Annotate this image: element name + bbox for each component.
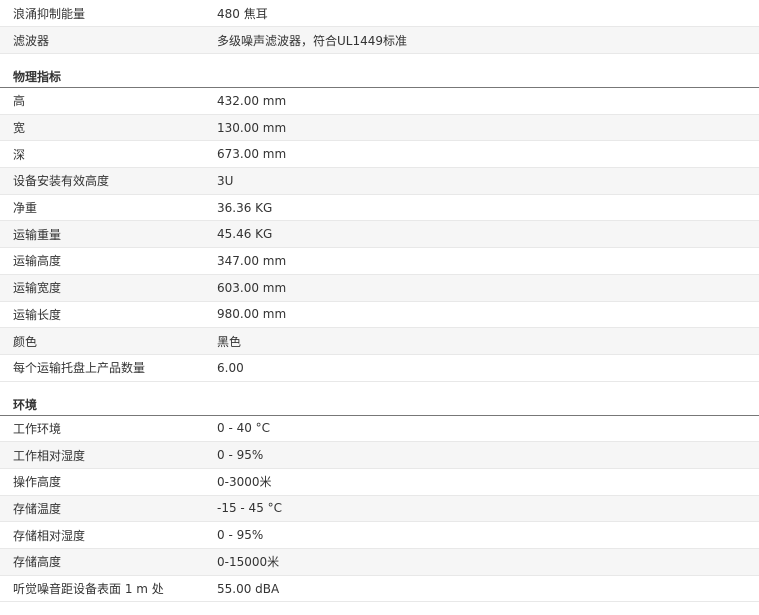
spec-value: 36.36 KG <box>217 200 273 215</box>
spec-label: 存储高度 <box>13 555 62 570</box>
spec-value: 0 - 95% <box>217 448 264 463</box>
spec-label: 存储相对湿度 <box>13 528 86 543</box>
spec-value: 6.00 <box>217 360 244 375</box>
spec-value: 0-15000米 <box>217 555 280 570</box>
spec-row: 每个运输托盘上产品数量 6.00 <box>0 355 759 382</box>
spec-row: 运输宽度 603.00 mm <box>0 274 759 302</box>
spec-row: 操作高度 0-3000米 <box>0 469 759 496</box>
spec-label: 工作相对湿度 <box>13 448 86 463</box>
spec-row: 宽 130.00 mm <box>0 114 759 142</box>
spec-value: 55.00 dBA <box>217 581 280 596</box>
spec-row: 工作相对湿度 0 - 95% <box>0 442 759 469</box>
spec-label: 净重 <box>13 201 38 216</box>
spec-label: 设备安装有效高度 <box>13 174 110 189</box>
spec-row: 存储温度 -15 - 45 °C <box>0 495 759 523</box>
spec-value: 980.00 mm <box>217 307 287 322</box>
spec-value: 0 - 40 °C <box>217 421 271 436</box>
spec-row: 工作环境 0 - 40 °C <box>0 416 759 443</box>
spec-value: 3U <box>217 173 234 188</box>
spec-value: 0-3000米 <box>217 475 272 490</box>
spec-row-filter: 滤波器 多级噪声滤波器，符合UL1449标准 <box>0 27 759 54</box>
spec-value: 432.00 mm <box>217 93 287 108</box>
spec-label: 运输重量 <box>13 227 62 242</box>
spec-label: 宽 <box>13 121 26 136</box>
spec-row: 存储相对湿度 0 - 95% <box>0 522 759 549</box>
spec-value: 黑色 <box>217 334 242 349</box>
spec-row: 运输长度 980.00 mm <box>0 302 759 329</box>
spec-row: 颜色 黑色 <box>0 328 759 355</box>
spec-value: -15 - 45 °C <box>217 501 283 516</box>
spec-label: 运输长度 <box>13 307 62 322</box>
spec-row: 深 673.00 mm <box>0 141 759 169</box>
spec-label: 每个运输托盘上产品数量 <box>13 361 146 376</box>
spec-value: 603.00 mm <box>217 280 287 295</box>
spec-label: 浪涌抑制能量 <box>13 6 86 21</box>
spec-row: 高 432.00 mm <box>0 88 759 115</box>
spec-row: 听觉噪音距设备表面 1 m 处 55.00 dBA <box>0 576 759 603</box>
spec-label: 运输高度 <box>13 254 62 269</box>
spec-value: 673.00 mm <box>217 147 287 162</box>
spec-value: 347.00 mm <box>217 253 287 268</box>
spec-value: 0 - 95% <box>217 528 264 543</box>
section-header-physical: 物理指标 <box>0 54 759 88</box>
spec-row: 运输重量 45.46 KG <box>0 221 759 249</box>
spec-row: 运输高度 347.00 mm <box>0 248 759 275</box>
spec-value: 多级噪声滤波器，符合UL1449标准 <box>217 33 408 48</box>
spec-row: 设备安装有效高度 3U <box>0 168 759 195</box>
spec-value: 130.00 mm <box>217 120 287 135</box>
spec-value: 45.46 KG <box>217 227 273 242</box>
spec-label: 滤波器 <box>13 33 50 48</box>
spec-row-surge-energy: 浪涌抑制能量 480 焦耳 <box>0 0 759 27</box>
spec-value: 480 焦耳 <box>217 6 268 21</box>
spec-label: 存储温度 <box>13 501 62 516</box>
spec-label: 深 <box>13 147 26 162</box>
section-header-environment: 环境 <box>0 381 759 416</box>
spec-row: 净重 36.36 KG <box>0 195 759 222</box>
spec-label: 操作高度 <box>13 475 62 490</box>
spec-label: 运输宽度 <box>13 281 62 296</box>
spec-label: 高 <box>13 94 26 109</box>
spec-table: 浪涌抑制能量 480 焦耳 滤波器 多级噪声滤波器，符合UL1449标准 物理指… <box>0 0 759 603</box>
spec-row: 存储高度 0-15000米 <box>0 549 759 576</box>
spec-label: 颜色 <box>13 334 38 349</box>
spec-label: 听觉噪音距设备表面 1 m 处 <box>13 582 164 597</box>
spec-label: 工作环境 <box>13 421 62 436</box>
